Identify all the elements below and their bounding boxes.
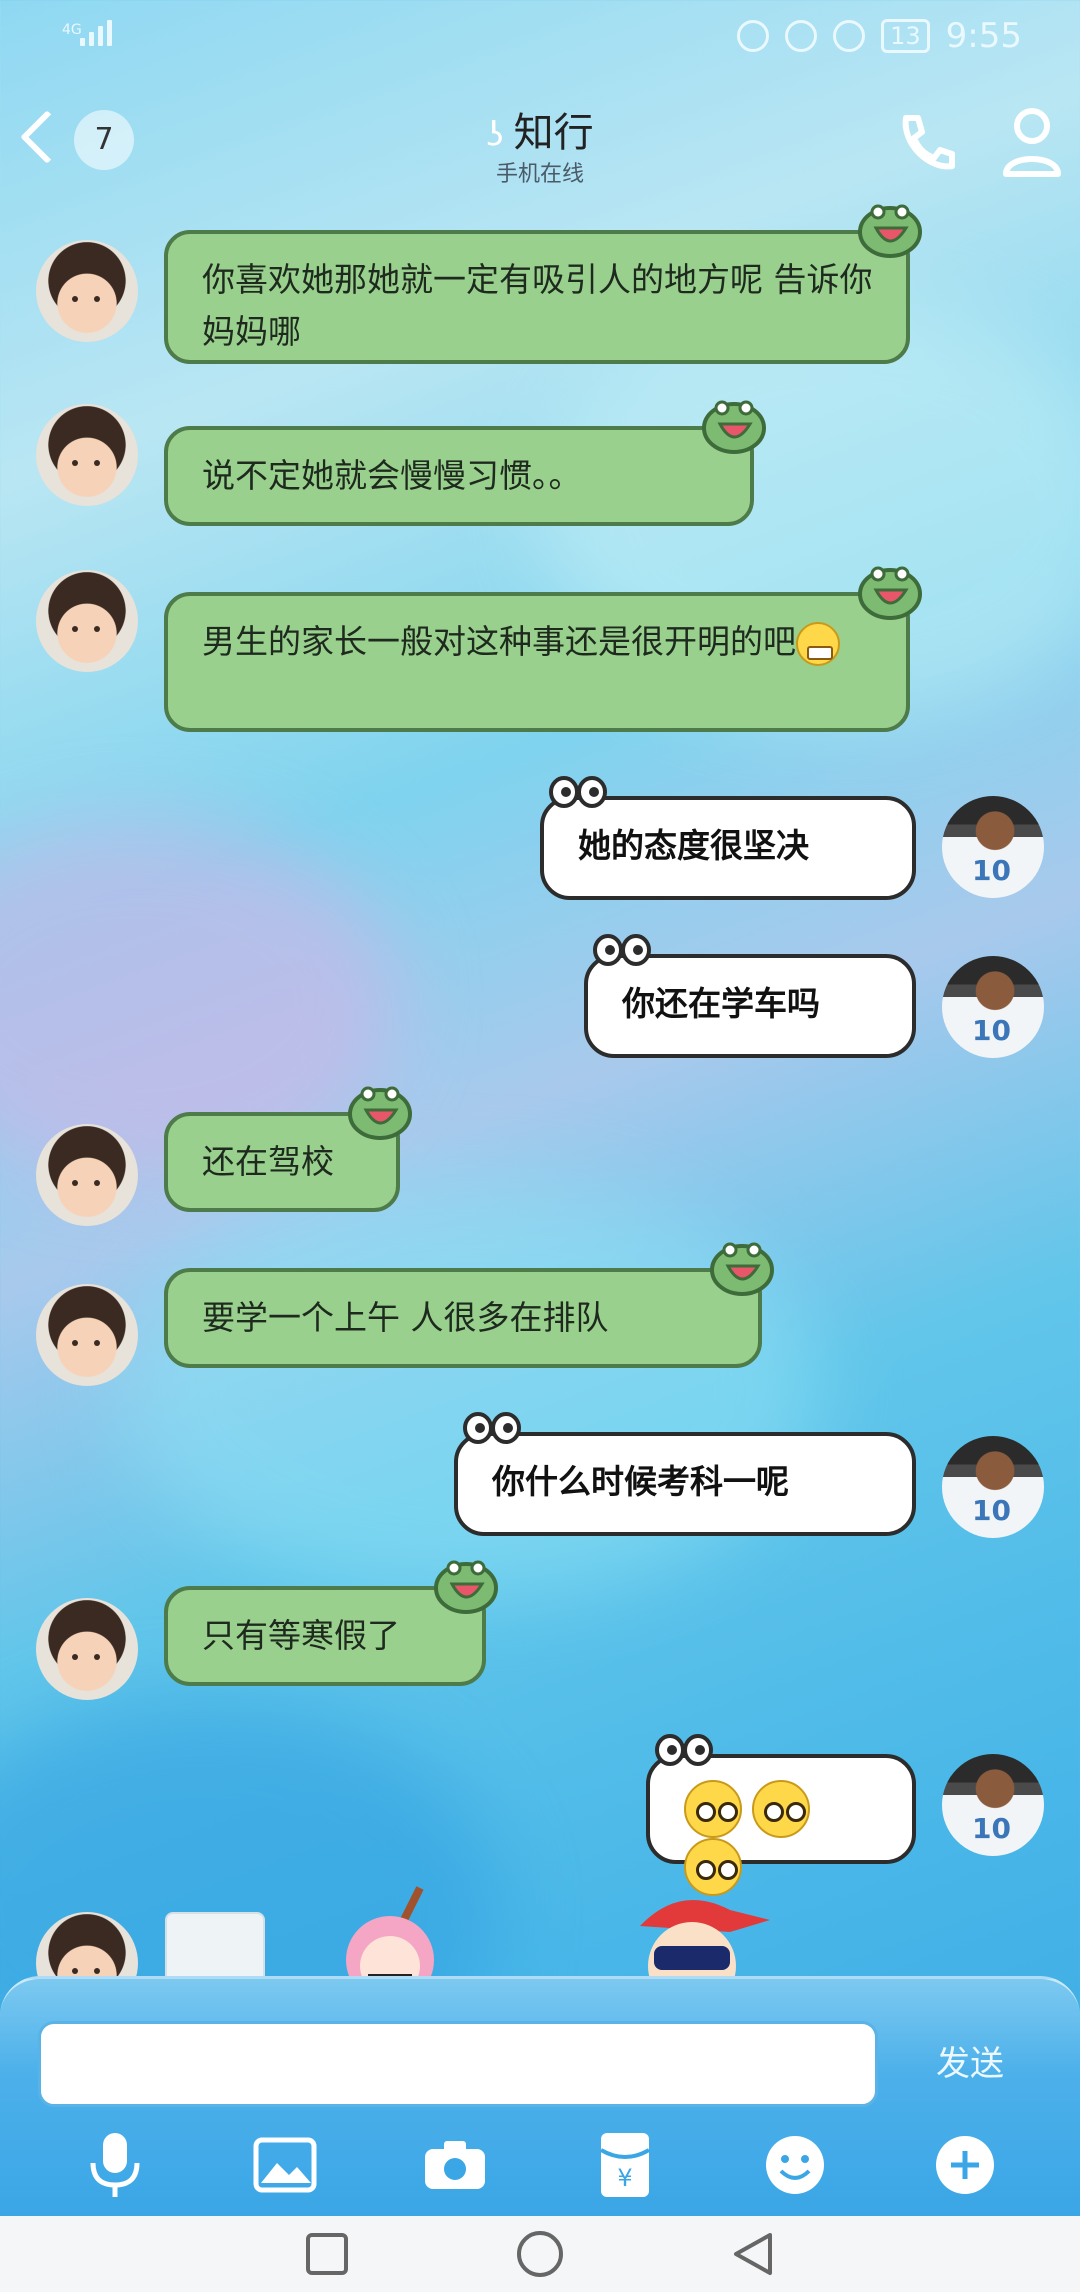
message-text: 只有等寒假了 [202,1616,400,1655]
profile-button[interactable] [1000,104,1064,180]
camera-button[interactable] [415,2125,495,2205]
contact-avatar[interactable] [36,1598,138,1700]
system-navigation-bar [0,2216,1080,2292]
image-icon [253,2137,317,2193]
my-avatar[interactable] [942,1754,1044,1856]
contact-avatar[interactable] [36,1284,138,1386]
mute-icon [833,20,866,52]
message-input[interactable] [38,2021,878,2107]
message-list[interactable]: 你喜欢她那她就一定有吸引人的地方呢 告诉你妈妈哪 说不定她就会慢慢习惯。。 男生… [0,200,1080,1980]
ear-icon: ʖ [486,115,504,155]
alarm-icon [785,20,818,52]
monster-bubble-decoration-icon [702,400,766,454]
contact-avatar[interactable] [36,404,138,506]
incoming-message[interactable]: 男生的家长一般对这种事还是很开明的吧 [164,566,922,732]
eyes-bubble-decoration-icon [655,1734,713,1766]
camera-icon [425,2141,485,2189]
contact-avatar[interactable] [36,1124,138,1226]
microphone-icon [90,2133,140,2197]
my-avatar[interactable] [942,796,1044,898]
circle-icon [516,2231,563,2277]
battery-indicator: 13 [881,19,930,53]
phone-icon [902,115,955,170]
phone-call-button[interactable] [890,108,962,180]
wide-eyes-emoji-icon [684,1780,742,1838]
incoming-message[interactable]: 还在驾校 [164,1086,412,1212]
clock: 9:55 [945,16,1022,56]
svg-text:¥: ¥ [617,2164,632,2192]
triangle-back-icon [734,2233,773,2275]
my-avatar[interactable] [942,956,1044,1058]
monster-bubble-decoration-icon [710,1242,774,1296]
emoji-icon [766,2136,824,2194]
home-button[interactable] [510,2224,570,2284]
incoming-message[interactable]: 说不定她就会慢慢习惯。。 [164,400,766,526]
anime-girl-sticker-icon [346,1886,434,1990]
monster-bubble-decoration-icon [434,1560,498,1614]
plus-icon [936,2136,994,2194]
outgoing-message[interactable]: 你什么时候考科一呢 [454,1412,916,1536]
chat-header: 7 ʖ 知行 手机在线 [0,74,1080,194]
eye-icon [737,20,770,52]
contact-avatar[interactable] [36,240,138,342]
monster-bubble-decoration-icon [348,1086,412,1140]
message-text: 还在驾校 [202,1142,334,1181]
incoming-message[interactable]: 要学一个上午 人很多在排队 [164,1242,774,1368]
outgoing-message[interactable]: 你还在学车吗 [584,934,916,1058]
incoming-message[interactable]: 只有等寒假了 [164,1560,498,1686]
monster-bubble-decoration-icon [858,566,922,620]
incoming-message[interactable]: 你喜欢她那她就一定有吸引人的地方呢 告诉你妈妈哪 [164,204,922,364]
send-button[interactable]: 发送 [900,2021,1040,2107]
message-text: 说不定她就会慢慢习惯。。 [202,456,582,495]
message-text: 她的态度很坚决 [578,826,809,865]
status-bar: 4G 13 9:55 [0,0,1080,74]
outgoing-message[interactable]: 她的态度很坚决 [540,776,916,900]
panel-character-stickers [300,1880,820,1990]
nav-back-button[interactable] [723,2224,783,2284]
input-toolbar: ¥ [0,2115,1080,2215]
cap-kid-sticker-icon [640,1900,770,1990]
user-icon [1003,108,1061,177]
message-text: 要学一个上午 人很多在排队 [202,1298,609,1337]
signal-icon [80,20,112,46]
more-button[interactable] [925,2125,1005,2205]
square-icon [305,2233,348,2275]
wide-eyes-emoji-icon [752,1780,810,1838]
image-button[interactable] [245,2125,325,2205]
outgoing-message[interactable] [646,1734,916,1896]
message-text: 你喜欢她那她就一定有吸引人的地方呢 告诉你妈妈哪 [202,260,873,351]
message-text: 男生的家长一般对这种事还是很开明的吧 [202,622,796,661]
message-text: 你什么时候考科一呢 [492,1462,789,1501]
red-packet-button[interactable]: ¥ [585,2125,665,2205]
message-text: 你还在学车吗 [622,984,820,1023]
red-packet-icon: ¥ [599,2133,651,2197]
eyes-bubble-decoration-icon [463,1412,521,1444]
contact-avatar[interactable] [36,570,138,672]
contact-name-text: 知行 [513,110,594,156]
my-avatar[interactable] [942,1436,1044,1538]
emoji-button[interactable] [755,2125,835,2205]
grimacing-emoji-icon [796,622,840,666]
voice-button[interactable] [75,2125,155,2205]
eyes-bubble-decoration-icon [593,934,651,966]
recent-apps-button[interactable] [297,2224,357,2284]
eyes-bubble-decoration-icon [549,776,607,808]
input-panel: 发送 ¥ [0,1976,1080,2216]
network-type: 4G [62,22,82,38]
monster-bubble-decoration-icon [858,204,922,258]
